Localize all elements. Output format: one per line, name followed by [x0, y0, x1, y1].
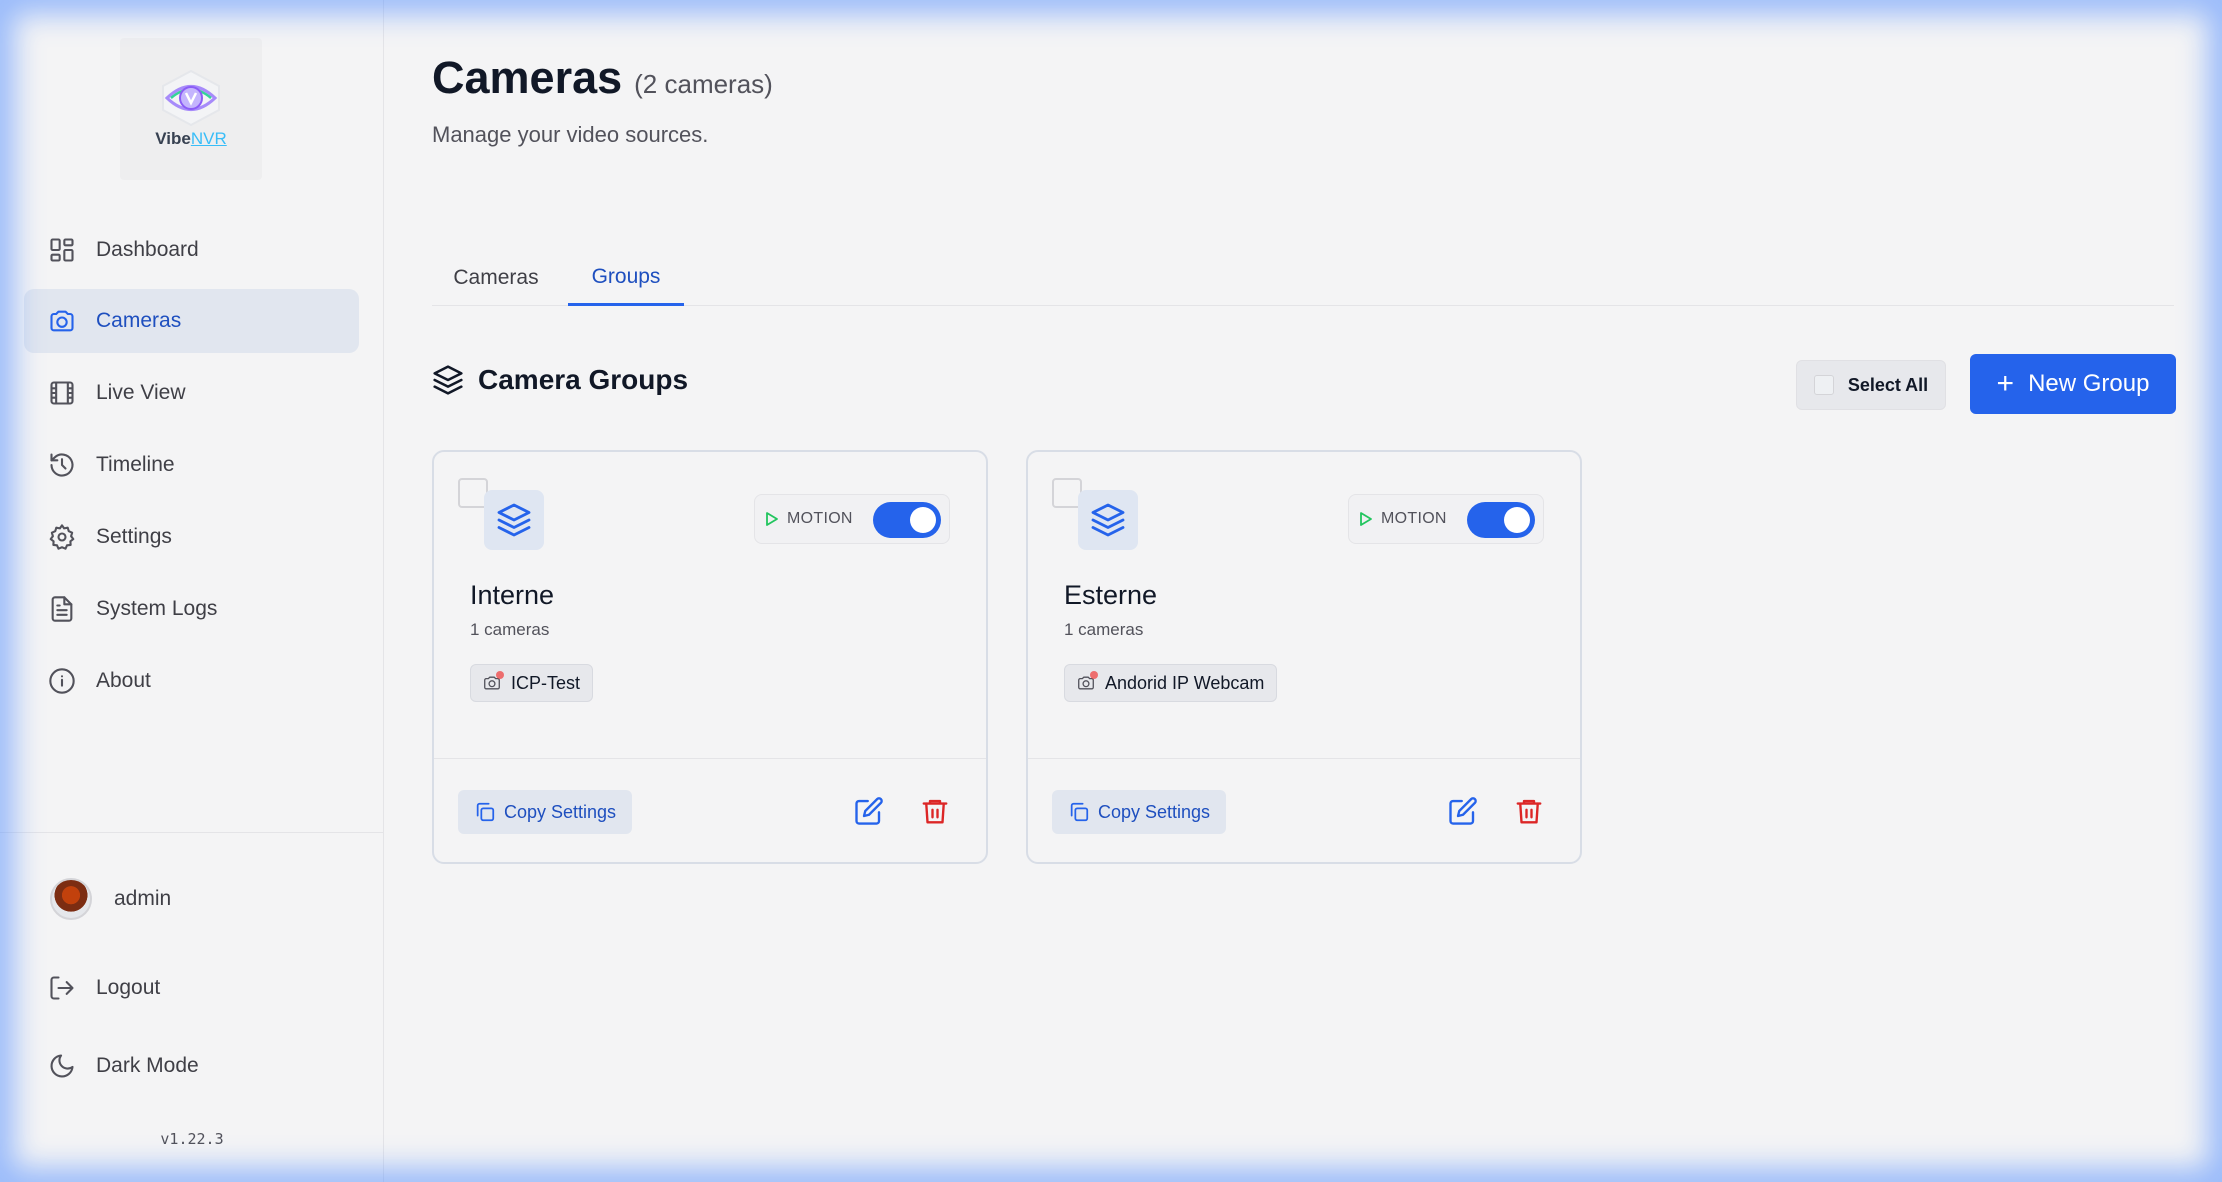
plus-icon: + [1996, 367, 2015, 400]
page-title-text: Cameras [432, 52, 623, 103]
delete-group-button[interactable] [918, 794, 952, 828]
moon-icon [48, 1052, 76, 1080]
logo-word-nvr: NVR [190, 129, 227, 148]
camera-icon [48, 307, 76, 335]
page-title: Cameras (2 cameras) [432, 52, 773, 104]
sidebar-item-label: Live View [96, 381, 186, 404]
sidebar: VibeNVR Dashboard Cameras Live View Time… [0, 0, 384, 1182]
play-icon [1360, 512, 1372, 526]
motion-control: MOTION [1348, 494, 1544, 544]
edit-icon [1449, 797, 1477, 825]
sidebar-item-label: System Logs [96, 597, 218, 620]
dark-mode-label: Dark Mode [96, 1054, 199, 1077]
select-all-button[interactable]: Select All [1796, 360, 1946, 410]
tab-cameras[interactable]: Cameras [432, 250, 560, 306]
avatar [50, 878, 92, 920]
sidebar-divider [0, 832, 384, 833]
camera-chip-label: ICP-Test [511, 672, 581, 693]
logo-word-vibe: Vibe [155, 129, 191, 148]
group-camera-count: 1 cameras [470, 620, 550, 639]
offline-status-dot [496, 671, 504, 679]
delete-group-button[interactable] [1512, 794, 1546, 828]
sidebar-item-label: About [96, 669, 151, 692]
copy-settings-button[interactable]: Copy Settings [458, 790, 633, 834]
group-card: MOTION Esterne 1 cameras Andorid IP Webc… [1026, 450, 1582, 864]
offline-status-dot [1090, 671, 1098, 679]
logout-button[interactable]: Logout [24, 956, 359, 1020]
sidebar-item-label: Dashboard [96, 238, 199, 261]
motion-label: MOTION [787, 510, 853, 527]
sidebar-item-live-view[interactable]: Live View [24, 361, 359, 425]
sidebar-item-timeline[interactable]: Timeline [24, 433, 359, 497]
select-all-checkbox[interactable] [1813, 375, 1834, 395]
select-all-label: Select All [1847, 374, 1929, 395]
dashboard-icon [48, 236, 76, 264]
section-title-text: Camera Groups [478, 364, 689, 395]
logout-label: Logout [96, 976, 161, 999]
copy-settings-label: Copy Settings [1098, 801, 1211, 822]
motion-label: MOTION [1381, 510, 1447, 527]
sidebar-item-dashboard[interactable]: Dashboard [24, 218, 359, 282]
logout-icon [48, 974, 76, 1002]
motion-control: MOTION [754, 494, 950, 544]
new-group-label: New Group [2028, 370, 2150, 397]
copy-icon [1070, 802, 1089, 822]
new-group-button[interactable]: + New Group [1970, 354, 2176, 414]
group-layers-icon [484, 490, 544, 550]
group-name: Esterne [1064, 580, 1158, 610]
sidebar-item-label: Settings [96, 525, 172, 548]
app-version: v1.22.3 [160, 1130, 224, 1148]
camera-chip-label: Andorid IP Webcam [1105, 672, 1265, 693]
group-card: MOTION Interne 1 cameras ICP-Test Copy S… [432, 450, 988, 864]
document-icon [48, 595, 76, 623]
camera-chip: Andorid IP Webcam [1064, 664, 1278, 702]
dark-mode-toggle[interactable]: Dark Mode [24, 1034, 359, 1098]
tab-groups[interactable]: Groups [568, 250, 684, 306]
group-layers-icon [1078, 490, 1138, 550]
edit-icon [855, 797, 883, 825]
history-icon [48, 451, 76, 479]
toggle-knob [910, 507, 936, 533]
user-profile[interactable]: admin [50, 878, 171, 920]
camera-icon [1077, 671, 1098, 691]
app-logo: VibeNVR [120, 38, 262, 180]
sidebar-item-cameras[interactable]: Cameras [24, 289, 359, 353]
trash-icon [1516, 799, 1542, 824]
film-icon [48, 379, 76, 407]
tab-bar: Cameras Groups [432, 250, 2174, 306]
camera-count: (2 cameras) [634, 69, 773, 99]
gear-icon [48, 523, 76, 551]
copy-settings-label: Copy Settings [504, 801, 617, 822]
sidebar-item-label: Timeline [96, 453, 175, 476]
edit-group-button[interactable] [852, 794, 886, 828]
copy-settings-button[interactable]: Copy Settings [1052, 790, 1227, 834]
sidebar-item-about[interactable]: About [24, 649, 359, 713]
trash-icon [922, 799, 948, 824]
sidebar-item-settings[interactable]: Settings [24, 505, 359, 569]
eye-logo-icon [162, 69, 220, 127]
card-divider [1028, 758, 1580, 759]
sidebar-item-label: Cameras [96, 309, 182, 332]
play-icon [766, 512, 778, 526]
camera-chip: ICP-Test [470, 664, 594, 702]
motion-toggle[interactable] [873, 502, 941, 538]
section-title: Camera Groups [432, 364, 688, 396]
group-camera-count: 1 cameras [1064, 620, 1144, 639]
logo-wordmark: VibeNVR [155, 129, 227, 149]
motion-toggle[interactable] [1467, 502, 1535, 538]
info-icon [48, 667, 76, 695]
page-subtitle: Manage your video sources. [432, 122, 709, 147]
main-content: Cameras (2 cameras) Manage your video so… [384, 0, 2222, 1182]
copy-icon [476, 802, 495, 822]
sidebar-item-system-logs[interactable]: System Logs [24, 577, 359, 641]
card-divider [434, 758, 986, 759]
toggle-knob [1504, 507, 1530, 533]
user-name: admin [114, 887, 172, 910]
layers-icon [433, 365, 463, 395]
edit-group-button[interactable] [1446, 794, 1480, 828]
camera-icon [483, 671, 504, 691]
group-name: Interne [470, 580, 555, 610]
